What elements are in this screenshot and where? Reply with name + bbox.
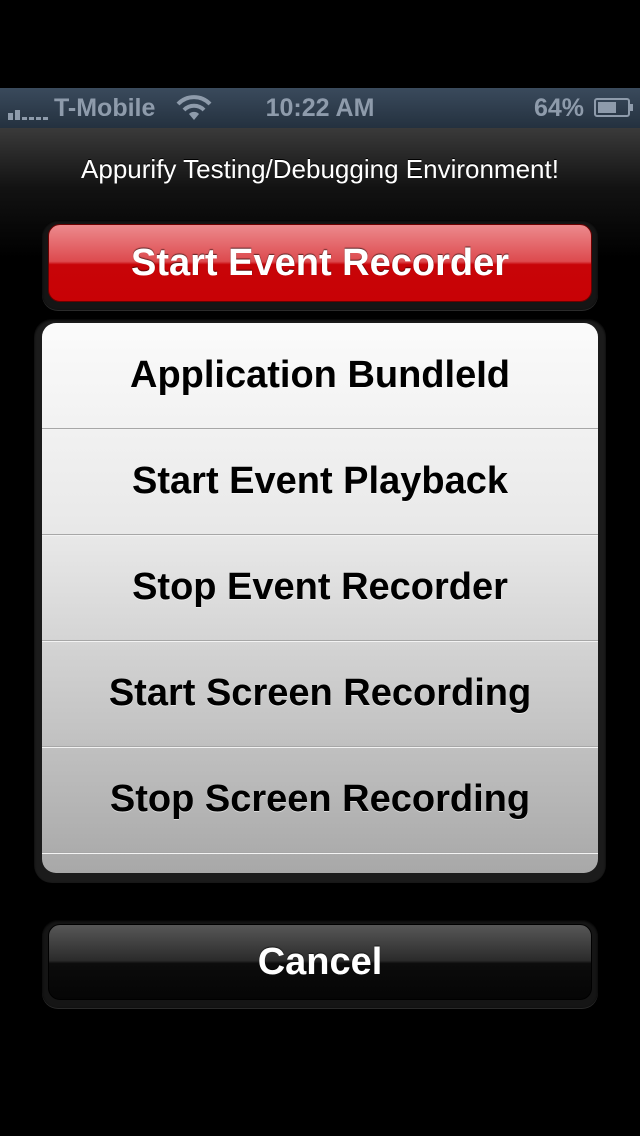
option-start-screen-recording[interactable]: Start Screen Recording xyxy=(42,641,598,747)
battery-icon xyxy=(594,98,633,117)
start-event-recorder-button[interactable]: Start Event Recorder xyxy=(48,224,592,302)
options-list-well: Application BundleId Start Event Playbac… xyxy=(34,319,606,883)
cancel-button[interactable]: Cancel xyxy=(48,924,592,1000)
option-stop-screen-recording[interactable]: Stop Screen Recording xyxy=(42,747,598,853)
options-list[interactable]: Application BundleId Start Event Playbac… xyxy=(42,323,598,873)
option-partial-next-row[interactable] xyxy=(42,853,598,873)
action-sheet-title: Appurify Testing/Debugging Environment! xyxy=(81,154,559,184)
battery-fill xyxy=(598,102,616,113)
top-blank-area xyxy=(0,0,640,88)
status-bar: T-Mobile 10:22 AM 64% xyxy=(0,88,640,128)
cancel-button-well: Cancel xyxy=(42,920,598,1008)
action-sheet: Appurify Testing/Debugging Environment! … xyxy=(0,128,640,1136)
option-application-bundleid[interactable]: Application BundleId xyxy=(42,323,598,429)
battery-percent: 64% xyxy=(533,94,584,122)
primary-button-well: Start Event Recorder xyxy=(42,220,598,310)
option-stop-event-recorder[interactable]: Stop Event Recorder xyxy=(42,535,598,641)
option-start-event-playback[interactable]: Start Event Playback xyxy=(42,429,598,535)
screen: T-Mobile 10:22 AM 64% Appurify Testing/D… xyxy=(0,0,640,1136)
